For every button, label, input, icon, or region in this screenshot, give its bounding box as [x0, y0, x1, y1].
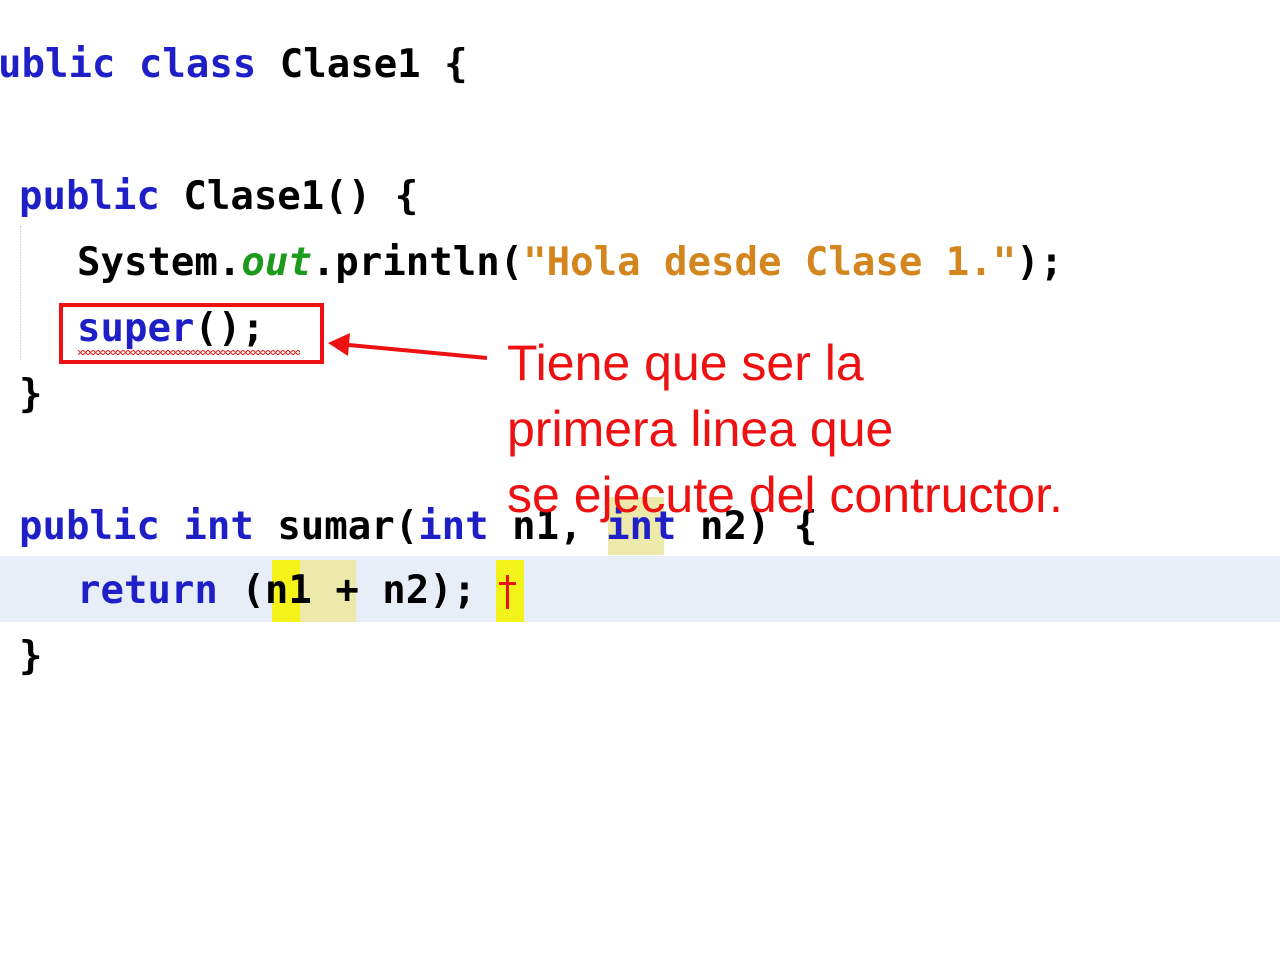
keyword-int: int: [183, 504, 254, 549]
annotation-line-1: Tiene que ser la: [507, 335, 864, 391]
println-method: .println(: [311, 240, 524, 285]
code-line-method-close[interactable]: }: [19, 624, 1280, 690]
super-call-highlight-box: [59, 303, 324, 364]
string-literal: "Hola desde Clase 1.": [523, 240, 1017, 285]
code-line-return[interactable]: return (n1 + n2);: [77, 558, 1280, 624]
annotation-line-2: primera linea que: [507, 401, 894, 457]
method-name: sumar(: [277, 504, 419, 549]
keyword-public: public: [19, 174, 160, 219]
code-line-class-declaration[interactable]: ublic class Clase1 {: [0, 32, 1278, 98]
system-class: System.: [77, 240, 242, 285]
annotation-note: Tiene que ser la primera linea que se ej…: [507, 330, 1267, 528]
statement-end: );: [429, 568, 477, 613]
annotation-line-3: se ejecute del contructor.: [507, 467, 1063, 523]
keyword-public: ublic: [0, 42, 116, 87]
code-line-println[interactable]: System.out.println("Hola desde Clase 1."…: [77, 230, 1280, 296]
text-caret-icon: [499, 575, 516, 609]
keyword-return: return: [77, 568, 218, 613]
out-field: out: [241, 240, 312, 285]
operand-n1: n1: [264, 568, 312, 613]
class-name: Clase1 {: [279, 42, 468, 87]
code-line-constructor-declaration[interactable]: public Clase1() {: [19, 164, 1280, 230]
code-editor[interactable]: ublic class Clase1 { public Clase1() { S…: [0, 0, 1280, 960]
closing-brace: }: [19, 634, 43, 679]
plus-operator: +: [335, 568, 359, 613]
closing-brace: }: [19, 372, 43, 417]
statement-end: );: [1016, 240, 1064, 285]
keyword-public: public: [19, 504, 160, 549]
keyword-int: int: [418, 504, 489, 549]
keyword-class: class: [138, 42, 257, 87]
constructor-name: Clase1() {: [183, 174, 419, 219]
operand-n2: n2: [382, 568, 430, 613]
open-paren: (: [241, 568, 265, 613]
indent-guide: [20, 226, 21, 360]
